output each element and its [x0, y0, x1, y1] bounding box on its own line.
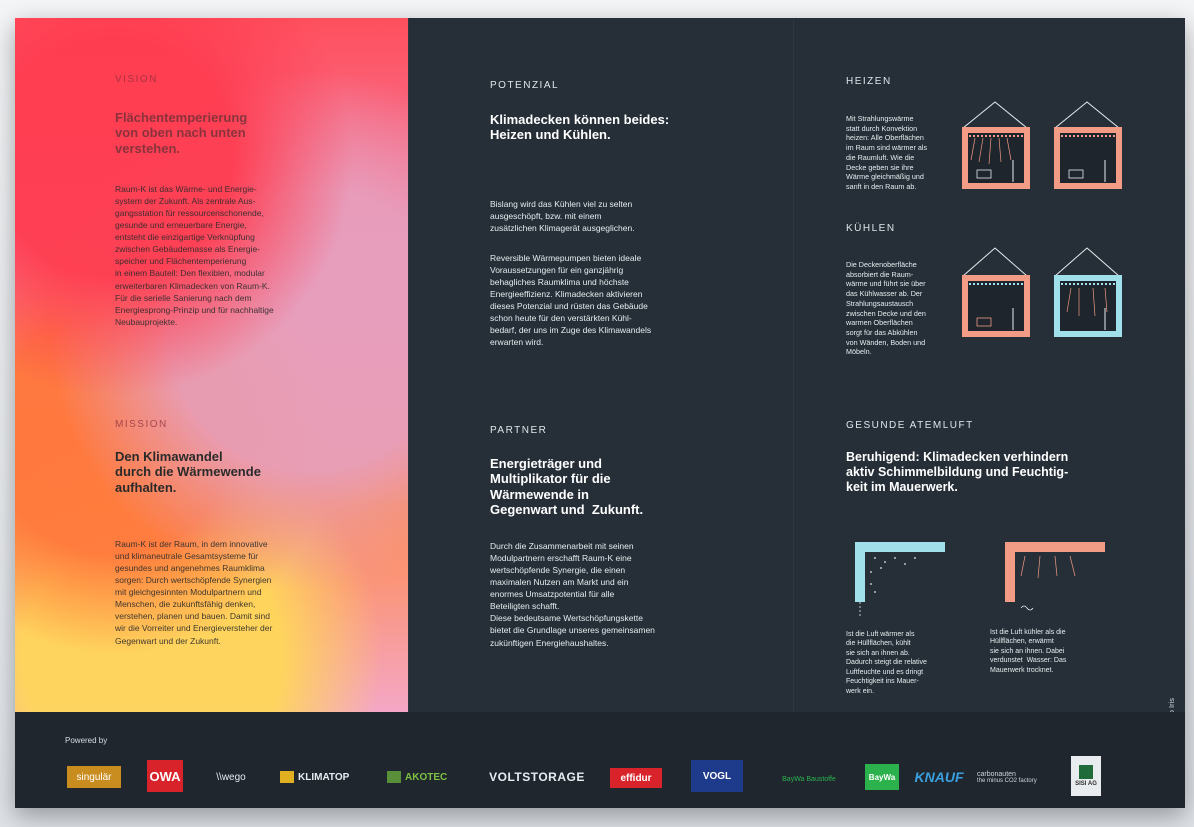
caption-cold-wall: Ist die Luft wärmer als die Hüllflächen,… — [846, 631, 927, 695]
brochure-sheet: VISION Flächentemperierung von oben nach… — [15, 18, 1185, 808]
mission-title: Den Klimawandel durch die Wärmewende auf… — [115, 449, 261, 495]
wall-corner-warm-icon — [1005, 542, 1105, 611]
powered-by-label: Powered by — [65, 736, 108, 745]
akotec-text: AKOTEC — [405, 771, 448, 783]
heizen-body: Mit Strahlungswärme statt durch Konvekti… — [846, 114, 928, 192]
kuehlen-diagram — [962, 247, 1122, 337]
partner-title: Energieträger und Multiplikator für die … — [490, 456, 644, 517]
logo-knauf: KNAUF — [914, 769, 964, 785]
atemluft-title: Beruhigend: Klimadecken verhindern aktiv… — [846, 450, 1069, 494]
heizen-diagram — [962, 101, 1122, 189]
kuehlen-body: Die Deckenoberfläche absorbiert die Raum… — [846, 260, 926, 357]
moisture-diagram — [855, 542, 1105, 616]
logo-wego: \\wego — [216, 771, 246, 783]
logo-singular: singulär — [67, 766, 121, 788]
carbonauten-text: carbonauten — [977, 770, 1016, 778]
carbonauten-tagline: the minus CO2 factory — [977, 777, 1037, 784]
kuehlen-label: KÜHLEN — [846, 223, 896, 234]
partner-footer: Powered by singulär OWA \\wego KLIMATOP … — [15, 712, 1185, 808]
klimatop-text: KLIMATOP — [298, 771, 350, 783]
house-outline-icon — [962, 101, 1030, 189]
wall-corner-cold-icon — [855, 542, 945, 616]
akotec-mark-icon — [387, 771, 401, 783]
logo-baywa-baustoffe: BayWa Baustoffe — [782, 775, 836, 783]
potenzial-title: Klimadecken können beides: Heizen und Kü… — [490, 112, 670, 143]
logo-carbonauten: carbonauten the minus CO2 factory — [977, 762, 1067, 792]
sisiag-mark-icon — [1079, 765, 1093, 779]
mission-body: Raum-K ist der Raum, in dem innovative u… — [115, 539, 273, 646]
logo-sisiag: SISI AG — [1071, 756, 1101, 796]
logo-owa: OWA — [147, 760, 183, 792]
potenzial-label: POTENZIAL — [490, 80, 560, 91]
logo-voltstorage: VOLTSTORAGE — [489, 770, 585, 784]
caption-warm-wall: Ist die Luft kühler als die Hüllflächen,… — [990, 629, 1067, 674]
house-outline-icon — [962, 247, 1030, 337]
house-outline-icon — [1054, 101, 1122, 189]
logo-effidur: effidur — [610, 768, 662, 788]
logo-baywa: BayWa — [865, 764, 899, 790]
house-outline-icon — [1054, 247, 1122, 337]
vision-title: Flächentemperierung von oben nach unten … — [115, 110, 248, 156]
heizen-label: HEIZEN — [846, 76, 892, 87]
logo-akotec: AKOTEC — [387, 766, 461, 788]
mission-label: MISSION — [115, 419, 168, 430]
potenzial-body: Reversible Wärmepumpen bieten ideale Vor… — [490, 253, 652, 348]
atemluft-label: GESUNDE ATEMLUFT — [846, 420, 974, 431]
logo-vogl: VOGL — [691, 760, 743, 792]
sisiag-text: SISI AG — [1075, 781, 1097, 787]
partner-body: Durch die Zusammenarbeit mit seinen Modu… — [490, 541, 655, 648]
klimatop-mark-icon — [280, 771, 294, 783]
partner-label: PARTNER — [490, 425, 548, 436]
vision-label: VISION — [115, 74, 158, 85]
logo-klimatop: KLIMATOP — [280, 766, 360, 788]
vision-body: Raum-K ist das Wärme- und Energie- syste… — [115, 184, 274, 327]
potenzial-body-intro: Bislang wird das Kühlen viel zu selten a… — [490, 199, 635, 234]
fold-line — [408, 18, 409, 808]
left-panel: VISION Flächentemperierung von oben nach… — [15, 18, 408, 712]
fold-line — [793, 18, 794, 808]
